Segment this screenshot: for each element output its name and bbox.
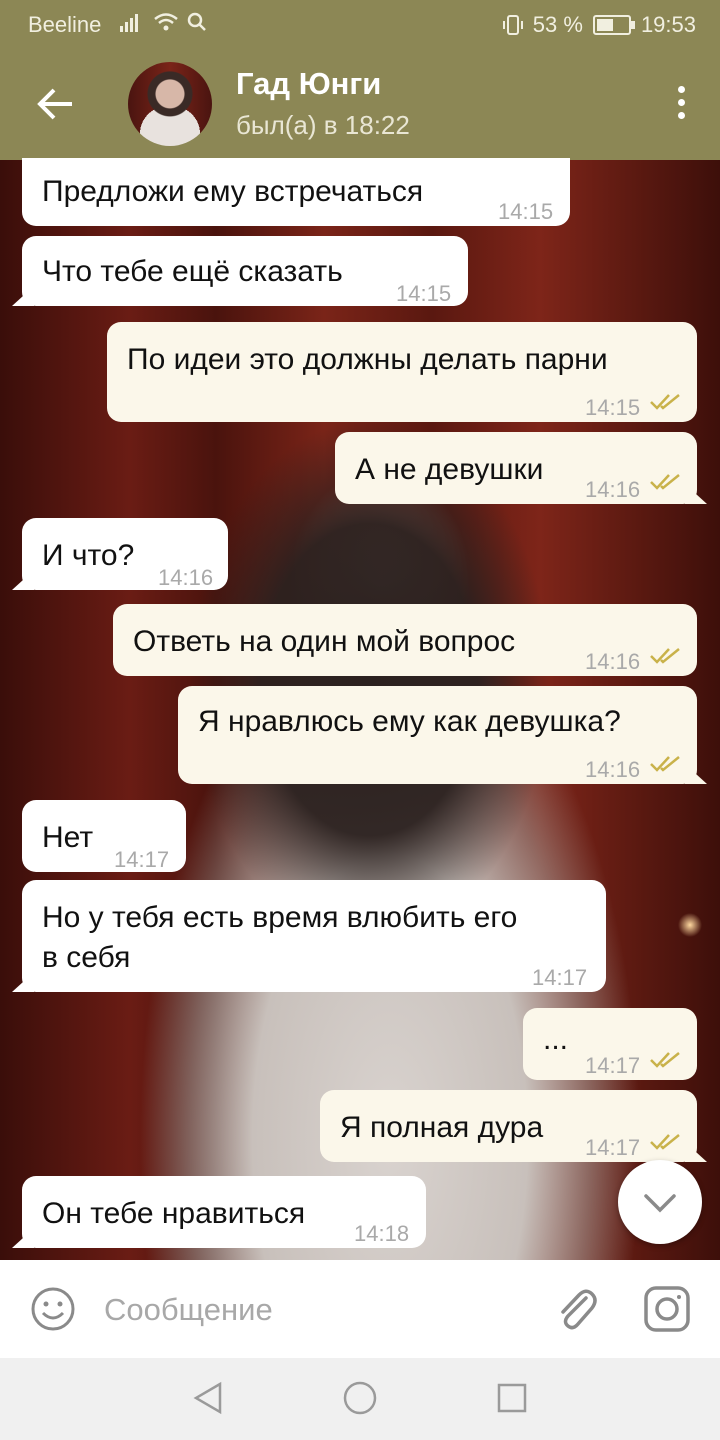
message-text: ... xyxy=(543,1023,569,1056)
search-icon xyxy=(187,12,207,31)
message-text: А не девушки xyxy=(355,453,544,486)
vibrate-icon xyxy=(502,15,523,35)
contact-name[interactable]: Гад Юнги xyxy=(236,66,381,102)
chat-header: Гад Юнги был(а) в 18:22 xyxy=(0,50,720,160)
status-right: 53 % 19:53 xyxy=(502,12,696,38)
message-text: И что? xyxy=(42,539,135,572)
message-outgoing[interactable]: ... 14:17 xyxy=(523,1008,697,1080)
message-time: 14:15 xyxy=(396,281,452,306)
message-text: Нет xyxy=(42,821,94,854)
message-text-line-1: Но у тебя есть время влюбить его xyxy=(42,901,518,934)
message-time: 14:17 xyxy=(585,1053,641,1078)
message-text: Что тебе ещё сказать xyxy=(42,255,343,288)
read-check-icon xyxy=(650,1052,680,1068)
nav-back-icon[interactable] xyxy=(190,1380,226,1416)
message-incoming[interactable]: Что тебе ещё сказать 14:15 xyxy=(22,236,468,306)
message-time: 14:16 xyxy=(158,565,214,590)
message-time: 14:16 xyxy=(585,649,641,674)
message-outgoing[interactable]: А не девушки 14:16 xyxy=(335,432,697,504)
message-outgoing[interactable]: По идеи это должны делать парни 14:15 xyxy=(107,322,697,422)
paperclip-icon[interactable] xyxy=(552,1284,600,1334)
message-time: 14:18 xyxy=(354,1221,410,1246)
status-bar: Beeline 53 % 19:53 xyxy=(0,0,720,50)
signal-icon xyxy=(120,14,138,32)
message-incoming[interactable]: Он тебе нравиться 14:18 xyxy=(22,1176,426,1248)
message-text-line-2: в себя xyxy=(42,941,131,974)
message-outgoing[interactable]: Я полная дура 14:17 xyxy=(320,1090,697,1162)
message-input[interactable]: Сообщение xyxy=(104,1292,273,1328)
message-outgoing[interactable]: Я нравлюсь ему как девушка? 14:16 xyxy=(178,686,697,784)
scroll-to-bottom-button[interactable] xyxy=(618,1160,702,1244)
avatar[interactable] xyxy=(128,62,212,146)
message-text: Предложи ему встречаться xyxy=(42,175,424,208)
emoji-icon[interactable] xyxy=(30,1286,76,1332)
clock: 19:53 xyxy=(640,12,696,37)
last-seen-status: был(а) в 18:22 xyxy=(236,110,410,140)
message-incoming[interactable]: И что? 14:16 xyxy=(22,518,228,590)
read-check-icon xyxy=(650,1134,680,1150)
message-time: 14:15 xyxy=(498,199,554,224)
nav-recents-icon[interactable] xyxy=(496,1382,528,1414)
message-text: Я полная дура xyxy=(340,1111,544,1144)
message-time: 14:16 xyxy=(585,757,641,782)
chevron-down-icon xyxy=(644,1194,676,1213)
camera-icon[interactable] xyxy=(642,1284,692,1334)
message-incoming[interactable]: Нет 14:17 xyxy=(22,800,186,872)
message-incoming[interactable]: Предложи ему встречаться 14:15 xyxy=(22,158,570,226)
battery-percent: 53 % xyxy=(532,12,583,37)
back-arrow-icon[interactable] xyxy=(34,82,78,126)
read-check-icon xyxy=(650,756,680,772)
status-icons xyxy=(120,12,207,38)
battery-icon xyxy=(592,15,635,35)
message-time: 14:17 xyxy=(114,847,170,872)
message-incoming[interactable]: Но у тебя есть время влюбить его в себя … xyxy=(22,880,606,992)
read-check-icon xyxy=(650,648,680,664)
message-text: Я нравлюсь ему как девушка? xyxy=(198,705,621,738)
more-options-icon[interactable] xyxy=(678,86,686,122)
read-check-icon xyxy=(650,394,680,410)
message-time: 14:15 xyxy=(585,395,641,420)
system-navigation-bar xyxy=(0,1358,720,1440)
message-time: 14:17 xyxy=(532,965,588,990)
carrier-name: Beeline xyxy=(28,12,102,37)
wifi-icon xyxy=(153,13,178,31)
message-composer: Сообщение xyxy=(0,1260,720,1358)
read-check-icon xyxy=(650,474,680,490)
message-outgoing[interactable]: Ответь на один мой вопрос 14:16 xyxy=(113,604,697,676)
message-text: Он тебе нравиться xyxy=(42,1197,306,1230)
message-text: Ответь на один мой вопрос xyxy=(133,625,516,658)
message-text: По идеи это должны делать парни xyxy=(127,343,608,376)
nav-home-icon[interactable] xyxy=(342,1380,378,1416)
message-time: 14:16 xyxy=(585,477,641,502)
